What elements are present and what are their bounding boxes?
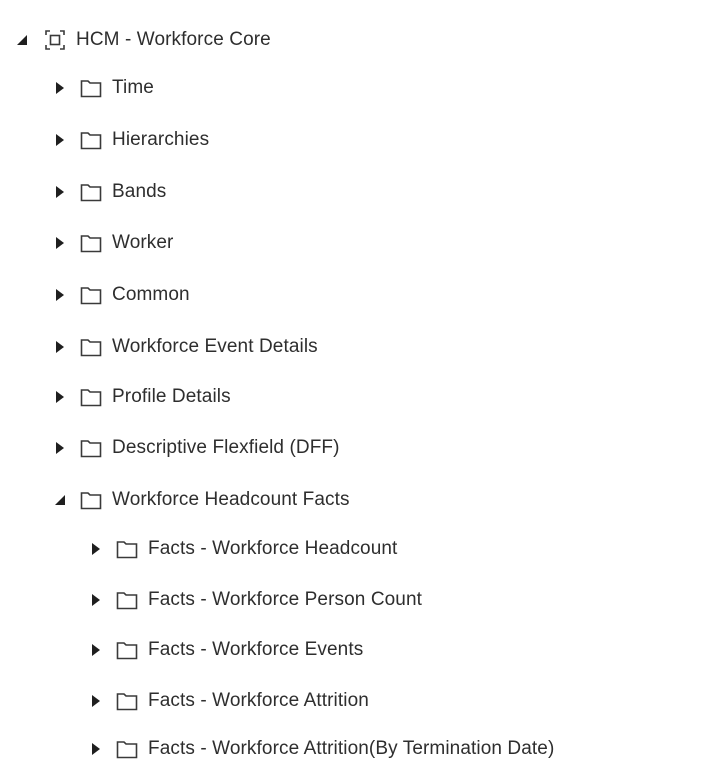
tree-node-label: HCM - Workforce Core bbox=[76, 29, 271, 50]
folder-icon bbox=[80, 386, 102, 408]
collapsed-triangle-icon[interactable] bbox=[54, 81, 66, 95]
tree-node-label: Descriptive Flexfield (DFF) bbox=[112, 437, 340, 458]
folder-icon bbox=[80, 232, 102, 254]
tree-node-label: Workforce Headcount Facts bbox=[112, 489, 350, 510]
tree-node-descriptive-flexfield[interactable]: Descriptive Flexfield (DFF) bbox=[54, 428, 340, 468]
folder-icon bbox=[116, 690, 138, 712]
tree-node-facts-workforce-headcount[interactable]: Facts - Workforce Headcount bbox=[90, 529, 397, 569]
expanded-triangle-icon[interactable] bbox=[54, 493, 66, 507]
collapsed-triangle-icon[interactable] bbox=[90, 694, 102, 708]
tree-node-label: Facts - Workforce Attrition(By Terminati… bbox=[148, 738, 555, 759]
folder-icon bbox=[116, 738, 138, 760]
collapsed-triangle-icon[interactable] bbox=[90, 643, 102, 657]
expanded-triangle-icon[interactable] bbox=[16, 33, 28, 47]
collapsed-triangle-icon[interactable] bbox=[54, 185, 66, 199]
folder-icon bbox=[80, 437, 102, 459]
subject-area-tree: HCM - Workforce Core Time Hierarchies Ba… bbox=[0, 0, 711, 773]
collapsed-triangle-icon[interactable] bbox=[90, 593, 102, 607]
tree-node-facts-workforce-person-count[interactable]: Facts - Workforce Person Count bbox=[90, 580, 422, 620]
tree-node-facts-workforce-events[interactable]: Facts - Workforce Events bbox=[90, 630, 363, 670]
folder-icon bbox=[116, 538, 138, 560]
collapsed-triangle-icon[interactable] bbox=[54, 441, 66, 455]
tree-node-facts-workforce-attrition[interactable]: Facts - Workforce Attrition bbox=[90, 681, 369, 721]
tree-node-label: Facts - Workforce Events bbox=[148, 639, 364, 660]
tree-node-label: Hierarchies bbox=[112, 129, 210, 150]
tree-node-label: Worker bbox=[112, 232, 174, 253]
collapsed-triangle-icon[interactable] bbox=[54, 133, 66, 147]
tree-node-label: Workforce Event Details bbox=[112, 336, 318, 357]
tree-node-label: Profile Details bbox=[112, 386, 231, 407]
tree-node-label: Facts - Workforce Headcount bbox=[148, 538, 398, 559]
tree-node-common[interactable]: Common bbox=[54, 275, 190, 315]
tree-node-time[interactable]: Time bbox=[54, 68, 154, 108]
folder-icon bbox=[80, 129, 102, 151]
tree-node-hcm-workforce-core[interactable]: HCM - Workforce Core bbox=[16, 20, 271, 60]
tree-node-profile-details[interactable]: Profile Details bbox=[54, 377, 231, 417]
tree-node-hierarchies[interactable]: Hierarchies bbox=[54, 120, 209, 160]
folder-icon bbox=[80, 336, 102, 358]
folder-icon bbox=[116, 639, 138, 661]
collapsed-triangle-icon[interactable] bbox=[54, 236, 66, 250]
tree-node-label: Common bbox=[112, 284, 190, 305]
tree-node-facts-workforce-attrition-by-termination-date[interactable]: Facts - Workforce Attrition(By Terminati… bbox=[90, 729, 554, 769]
tree-node-bands[interactable]: Bands bbox=[54, 172, 166, 212]
folder-icon bbox=[116, 589, 138, 611]
collapsed-triangle-icon[interactable] bbox=[54, 390, 66, 404]
tree-node-worker[interactable]: Worker bbox=[54, 223, 173, 263]
folder-icon bbox=[80, 489, 102, 511]
folder-icon bbox=[80, 77, 102, 99]
collapsed-triangle-icon[interactable] bbox=[54, 288, 66, 302]
folder-icon bbox=[80, 284, 102, 306]
tree-node-label: Bands bbox=[112, 181, 167, 202]
subject-area-icon bbox=[44, 29, 66, 51]
tree-node-workforce-event-details[interactable]: Workforce Event Details bbox=[54, 327, 318, 367]
collapsed-triangle-icon[interactable] bbox=[54, 340, 66, 354]
tree-node-label: Facts - Workforce Attrition bbox=[148, 690, 369, 711]
tree-node-workforce-headcount-facts[interactable]: Workforce Headcount Facts bbox=[54, 480, 350, 520]
tree-node-label: Time bbox=[112, 77, 154, 98]
folder-icon bbox=[80, 181, 102, 203]
collapsed-triangle-icon[interactable] bbox=[90, 742, 102, 756]
collapsed-triangle-icon[interactable] bbox=[90, 542, 102, 556]
tree-node-label: Facts - Workforce Person Count bbox=[148, 589, 423, 610]
